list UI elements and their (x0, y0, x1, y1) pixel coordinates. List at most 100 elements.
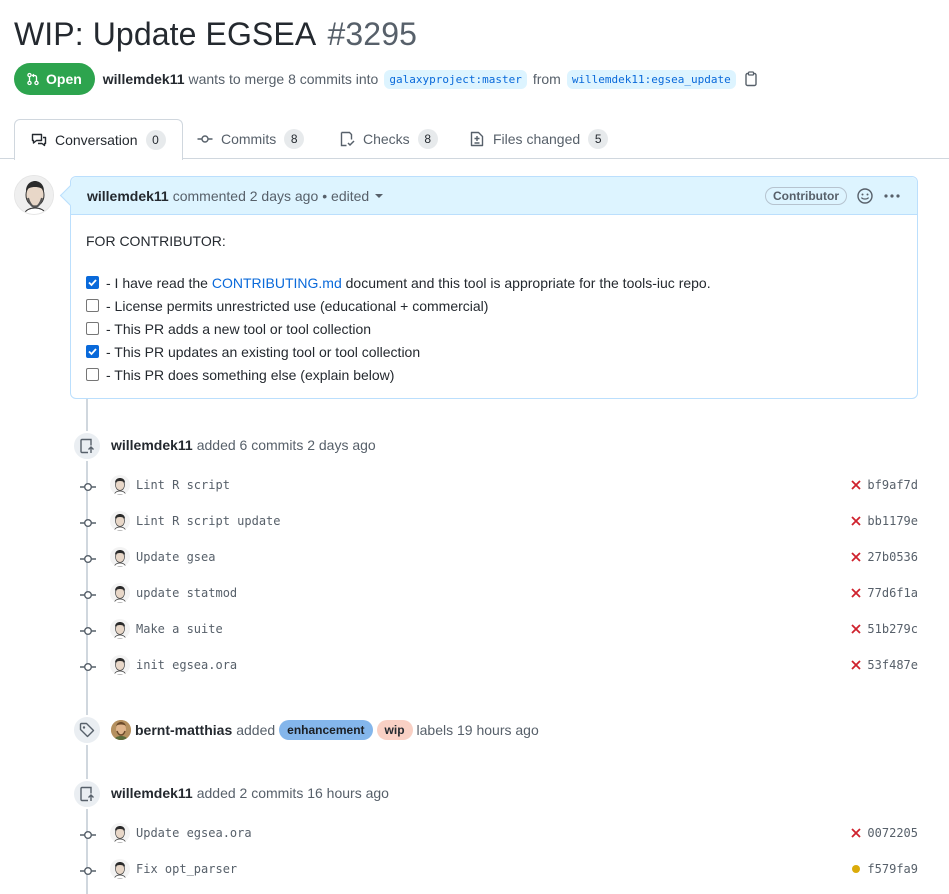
event-author[interactable]: willemdek11 (111, 785, 193, 801)
commit-avatar[interactable] (110, 511, 130, 531)
tab-commits[interactable]: Commits 8 (197, 119, 305, 159)
tab-commits-count: 8 (284, 129, 305, 149)
x-icon[interactable] (850, 827, 862, 839)
event-commits-added: willemdek11 added 2 commits 16 hours ago (111, 785, 389, 801)
label-wip[interactable]: wip (376, 720, 413, 740)
base-branch[interactable]: galaxyproject:master (384, 69, 527, 89)
repo-push-icon (80, 786, 94, 802)
task-checkbox[interactable] (86, 322, 99, 335)
task-checkbox-checked[interactable] (86, 276, 99, 289)
file-diff-icon (470, 131, 484, 147)
commit-message[interactable]: update statmod (136, 586, 237, 600)
commit-message[interactable]: Lint R script update (136, 514, 281, 528)
x-icon[interactable] (850, 515, 862, 527)
task-text: - License permits unrestricted use (educ… (106, 297, 489, 314)
pr-number: #3295 (327, 16, 417, 52)
commit-sha[interactable]: 77d6f1a (867, 586, 918, 600)
repo-push-icon (80, 438, 94, 454)
event-author[interactable]: bernt-matthias (135, 722, 232, 738)
timeline-badge (72, 715, 102, 745)
commit-sha[interactable]: 27b0536 (867, 550, 918, 564)
commit-message[interactable]: Lint R script (136, 478, 230, 492)
state-badge: Open (14, 63, 95, 95)
commit-node-icon (80, 519, 96, 527)
event-commits-added: willemdek11 added 6 commits 2 days ago (111, 437, 376, 453)
kebab-horizontal-icon[interactable] (883, 188, 901, 204)
x-icon[interactable] (850, 587, 862, 599)
commit-node-icon (80, 867, 96, 875)
from-text: from (532, 71, 561, 87)
x-icon[interactable] (850, 479, 862, 491)
commit-sha[interactable]: bf9af7d (867, 478, 918, 492)
commit-message[interactable]: Update gsea (136, 550, 215, 564)
x-icon[interactable] (850, 659, 862, 671)
x-icon[interactable] (850, 551, 862, 563)
commit-icon (197, 135, 213, 143)
task-text-prefix: - I have read the (106, 274, 212, 291)
pr-meta: Open willemdek11 wants to merge 8 commit… (14, 63, 758, 95)
commit-message[interactable]: init egsea.ora (136, 658, 237, 672)
commit-avatar[interactable] (110, 823, 130, 843)
task-item: - License permits unrestricted use (educ… (86, 294, 902, 317)
commit-sha[interactable]: 0072205 (867, 826, 918, 840)
tab-commits-label: Commits (221, 131, 277, 147)
comment-author[interactable]: willemdek11 (87, 188, 169, 204)
commit-message[interactable]: Fix opt_parser (136, 862, 237, 876)
task-checkbox[interactable] (86, 299, 99, 312)
commit-sha[interactable]: 53f487e (867, 658, 918, 672)
task-item: - This PR updates an existing tool or to… (86, 340, 902, 363)
commit-sha[interactable]: 51b279c (867, 622, 918, 636)
commit-avatar[interactable] (110, 583, 130, 603)
commit-avatar[interactable] (110, 859, 130, 879)
x-icon[interactable] (850, 623, 862, 635)
tab-checks[interactable]: Checks 8 (339, 119, 438, 159)
commit-avatar[interactable] (110, 619, 130, 639)
commit-sha[interactable]: f579fa9 (867, 862, 918, 876)
contributor-badge: Contributor (765, 186, 847, 205)
commit-row: Lint R script update bb1179e (78, 511, 920, 535)
pr-author-link[interactable]: willemdek11 (103, 71, 185, 87)
label-enhancement[interactable]: enhancement (279, 720, 373, 740)
commit-avatar[interactable] (110, 655, 130, 675)
checklist-icon (340, 131, 355, 147)
commit-row: Lint R script bf9af7d (78, 475, 920, 499)
tab-checks-label: Checks (363, 131, 410, 147)
task-text: - This PR does something else (explain b… (106, 366, 395, 383)
commit-avatar[interactable] (110, 475, 130, 495)
head-branch[interactable]: willemdek11:egsea_update (566, 69, 736, 89)
tag-icon (79, 722, 95, 738)
task-checkbox[interactable] (86, 368, 99, 381)
tab-checks-count: 8 (417, 129, 438, 149)
comment-header-actions: Contributor (765, 186, 901, 205)
event-suffix: labels 19 hours ago (416, 722, 539, 738)
conversation-icon (31, 133, 47, 147)
task-text-suffix: document and this tool is appropriate fo… (341, 274, 711, 291)
commit-sha[interactable]: bb1179e (867, 514, 918, 528)
tab-files-changed[interactable]: Files changed 5 (469, 119, 609, 159)
event-text: added 6 commits 2 days ago (196, 437, 376, 453)
edited-dropdown[interactable]: • edited (322, 187, 384, 204)
commit-message[interactable]: Update egsea.ora (136, 826, 252, 840)
commit-message[interactable]: Make a suite (136, 622, 223, 636)
event-author[interactable]: willemdek11 (111, 437, 193, 453)
dot-fill-icon[interactable] (850, 863, 862, 875)
event-avatar[interactable] (111, 720, 131, 740)
commit-row: Fix opt_parser f579fa9 (78, 859, 920, 883)
comment-body: FOR CONTRIBUTOR: - I have read the CONTR… (71, 215, 917, 404)
edited-label: • edited (322, 187, 370, 204)
comment-heading: FOR CONTRIBUTOR: (86, 233, 226, 249)
tab-conversation[interactable]: Conversation 0 (14, 119, 183, 160)
smiley-icon[interactable] (857, 187, 873, 204)
copy-icon[interactable] (744, 71, 758, 87)
contributing-link[interactable]: CONTRIBUTING.md (212, 275, 342, 291)
timeline-line (86, 399, 88, 894)
commit-row: update statmod 77d6f1a (78, 583, 920, 607)
commit-row: init egsea.ora 53f487e (78, 655, 920, 679)
comment-meta[interactable]: commented 2 days ago (173, 188, 319, 204)
task-checkbox-checked[interactable] (86, 345, 99, 358)
avatar[interactable] (14, 175, 54, 215)
commit-avatar[interactable] (110, 547, 130, 567)
commit-node-icon (80, 483, 96, 491)
commit-node-icon (80, 555, 96, 563)
commit-row: Make a suite 51b279c (78, 619, 920, 643)
